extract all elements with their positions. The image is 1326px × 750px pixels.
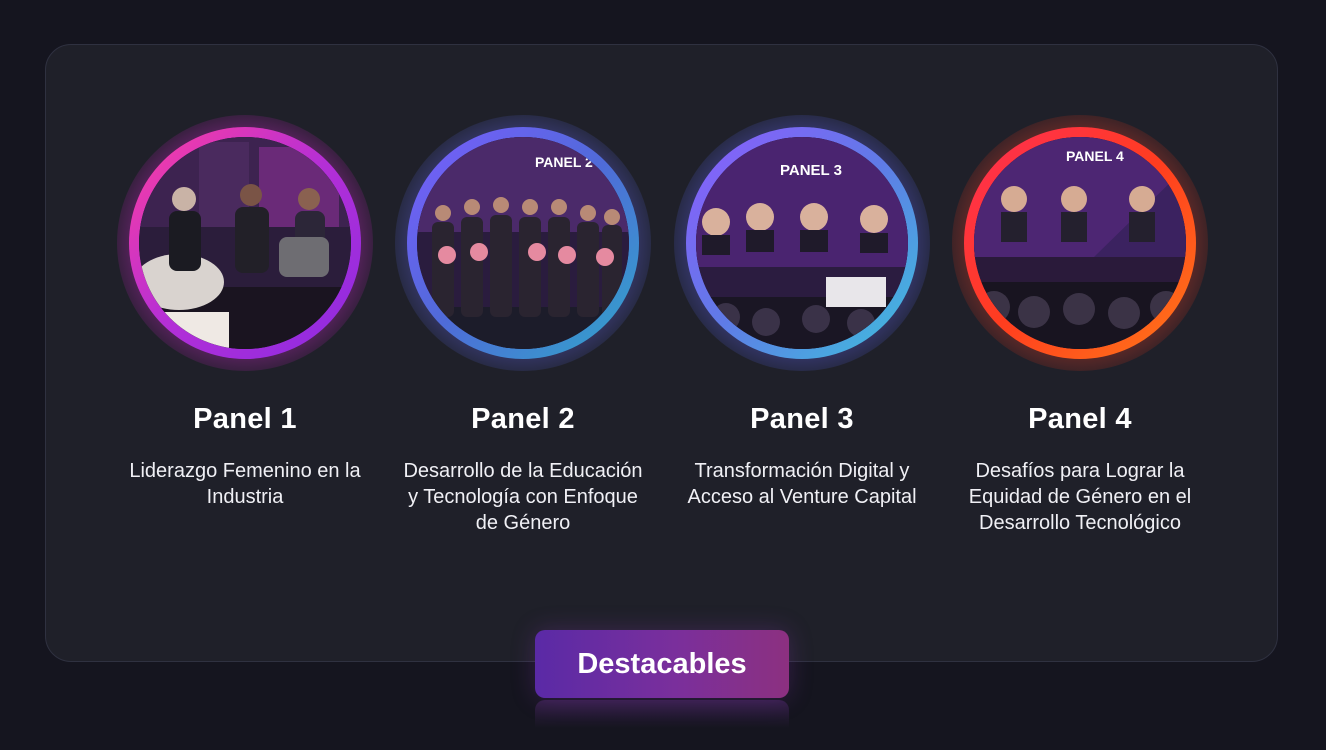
panel-1-photo-ring bbox=[129, 127, 361, 359]
panel-3-description: Transformación Digital y Acceso al Ventu… bbox=[687, 460, 917, 508]
panel-2-photo-ring: PANEL 2 bbox=[407, 127, 639, 359]
panel-1-photo-image bbox=[139, 137, 351, 349]
panel-1-photo-halo bbox=[117, 115, 373, 371]
panel-3-photo-halo: PANEL 3 bbox=[674, 115, 930, 371]
panel-4-photo: PANEL 4 bbox=[974, 137, 1186, 349]
panel-2-photo-image: PANEL 2 bbox=[417, 137, 629, 349]
panel-4-photo-halo: PANEL 4 bbox=[952, 115, 1208, 371]
panel-item-2[interactable]: PANEL 2 Panel 2 Desarrollo de la Educaci… bbox=[384, 115, 662, 536]
panel-item-4[interactable]: PANEL 4 Panel 4 Desafíos para Lograr la … bbox=[941, 115, 1219, 536]
panel-4-photo-image: PANEL 4 bbox=[974, 137, 1186, 349]
highlights-button[interactable]: Destacables bbox=[535, 630, 789, 698]
panel-4-description: Desafíos para Lograr la Equidad de Géner… bbox=[968, 460, 1192, 534]
panel-4-banner-text: PANEL 4 bbox=[1066, 148, 1124, 164]
panel-3-title: Panel 3 bbox=[750, 403, 854, 435]
panels-list: Panel 1 Liderazgo Femenino en la Industr… bbox=[46, 45, 1277, 661]
panel-item-1[interactable]: Panel 1 Liderazgo Femenino en la Industr… bbox=[106, 115, 384, 510]
panel-2-banner-text: PANEL 2 bbox=[535, 154, 593, 170]
panel-1-description: Liderazgo Femenino en la Industria bbox=[129, 460, 361, 508]
panel-3-photo: PANEL 3 bbox=[696, 137, 908, 349]
page: Panel 1 Liderazgo Femenino en la Industr… bbox=[0, 0, 1326, 750]
panel-2-description: Desarrollo de la Educación y Tecnología … bbox=[403, 460, 643, 534]
panels-card: Panel 1 Liderazgo Femenino en la Industr… bbox=[45, 44, 1278, 662]
panel-3-photo-ring: PANEL 3 bbox=[686, 127, 918, 359]
panel-1-photo bbox=[139, 137, 351, 349]
highlights-button-reflection bbox=[535, 700, 789, 728]
panel-3-photo-image: PANEL 3 bbox=[696, 137, 908, 349]
highlights-button-wrap: Destacables bbox=[535, 630, 789, 728]
panel-2-photo: PANEL 2 bbox=[417, 137, 629, 349]
panel-2-title: Panel 2 bbox=[471, 403, 575, 435]
panel-item-3[interactable]: PANEL 3 Panel 3 Transformación Digital y… bbox=[663, 115, 941, 510]
panel-3-banner-text: PANEL 3 bbox=[780, 162, 842, 179]
panel-2-photo-halo: PANEL 2 bbox=[395, 115, 651, 371]
panel-4-title: Panel 4 bbox=[1028, 403, 1132, 435]
panel-4-photo-ring: PANEL 4 bbox=[964, 127, 1196, 359]
panel-1-title: Panel 1 bbox=[193, 403, 297, 435]
